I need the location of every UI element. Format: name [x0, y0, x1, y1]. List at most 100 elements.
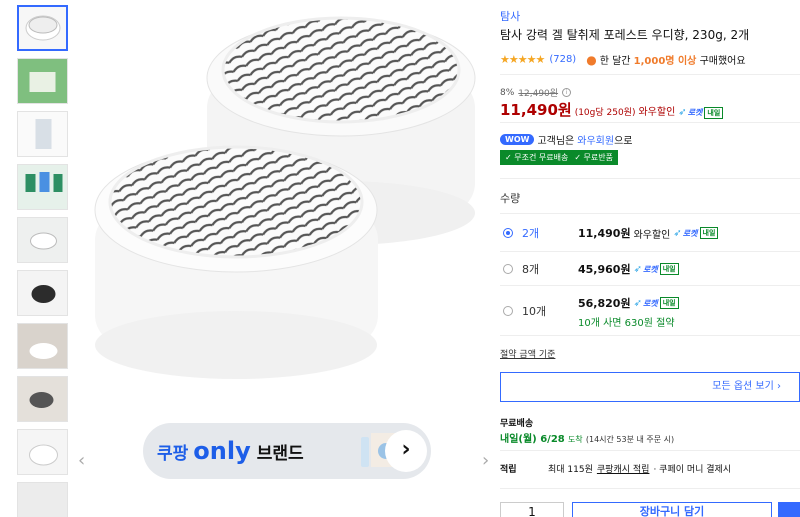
tomorrow-badge: 내일: [659, 297, 679, 309]
thumbnail-10[interactable]: [17, 482, 68, 517]
discount-row: 8% 12,490원 i: [500, 86, 572, 99]
review-count-link[interactable]: (728): [549, 54, 576, 65]
original-price: 12,490원: [518, 89, 559, 99]
rocket-delivery-badge: ➶ 로켓 내일: [673, 227, 719, 239]
wow-text-suffix: 으로: [614, 136, 633, 147]
divider: [500, 335, 800, 336]
quantity-input[interactable]: 1: [500, 502, 564, 517]
product-thumbnail-image: [18, 324, 67, 368]
option-radio[interactable]: [503, 264, 513, 274]
purchase-count-text: 한 달간 1,000명 이상 구매했어요: [600, 52, 746, 67]
wow-discount-label: 와우할인: [638, 107, 676, 118]
popular-badge-icon: ●: [586, 52, 597, 67]
product-thumbnail-image: [18, 483, 67, 517]
option-radio[interactable]: [503, 306, 513, 316]
option-wow-label: 와우할인: [633, 229, 671, 241]
thumbnail-8[interactable]: [17, 376, 68, 422]
info-icon[interactable]: i: [562, 88, 572, 97]
sale-price: 11,490원: [500, 101, 572, 119]
rocket-icon: ➶: [633, 263, 642, 275]
rocket-label: 로켓: [642, 298, 658, 308]
rocket-icon: ➶: [678, 107, 687, 118]
unit-price: (10g당 250원): [574, 108, 636, 118]
add-to-cart-button[interactable]: 장바구니 담기: [572, 502, 772, 517]
reward-suffix: · 쿠페이 머니 결제시: [653, 465, 732, 475]
thumbnail-4[interactable]: [17, 164, 68, 210]
option-price-value: 45,960원: [578, 263, 631, 276]
view-all-options-button[interactable]: 모든 옵션 보기 ›: [500, 372, 800, 402]
product-thumbnail-image: [18, 377, 67, 421]
banner-only-text: only: [193, 437, 251, 465]
rocket-label: 로켓: [682, 228, 698, 238]
gallery-next-arrow[interactable]: ›: [482, 452, 494, 470]
option-qty: 2개: [522, 227, 540, 240]
brand-link[interactable]: 탐사: [500, 8, 520, 24]
product-thumbnail-image: [18, 165, 67, 209]
option-row-10[interactable]: 10개 56,820원 ➶ 로켓 내일 10개 사면 630원 절약: [500, 285, 800, 335]
divider: [500, 178, 800, 179]
product-title: 탐사 강력 겔 탈취제 포레스트 우디향, 230g, 2개: [500, 28, 750, 42]
option-qty: 10개: [522, 305, 547, 318]
product-thumbnail-image: [25, 15, 60, 41]
thumbnail-9[interactable]: [17, 429, 68, 475]
arrival-info: 내일(월) 6/28 도착 (14시간 53분 내 주문 시): [500, 430, 674, 445]
option-price-value: 56,820원: [578, 297, 631, 310]
free-return-text: ✓ 무료반품: [574, 153, 613, 162]
rocket-delivery-badge: ➶ 로켓 내일: [678, 106, 724, 119]
reward-row: 적립 최대 115원 쿠팡캐시 적립 · 쿠페이 머니 결제시: [500, 462, 800, 475]
thumbnail-6[interactable]: [17, 270, 68, 316]
quantity-label: 수량: [500, 192, 521, 205]
rocket-icon: ➶: [673, 227, 682, 239]
gallery-prev-arrow[interactable]: ‹: [78, 452, 90, 470]
banner-arrow-icon: ›: [385, 430, 427, 472]
product-thumbnail-image: [18, 59, 67, 103]
option-qty: 8개: [522, 263, 540, 276]
free-shipping-badge: ✓ 무조건 무료배송 ✓ 무료반품: [500, 150, 618, 165]
reward-label: 적립: [500, 465, 517, 475]
purchase-suffix: 구매했어요: [699, 56, 746, 67]
wow-text-prefix: 고객님은: [537, 136, 575, 147]
purchase-count: 1,000명 이상: [633, 56, 697, 67]
product-thumbnail-image: [18, 430, 67, 474]
banner-coupang-text: 쿠팡: [157, 443, 189, 464]
thumbnail-3[interactable]: [17, 111, 68, 157]
thumbnail-1[interactable]: [17, 5, 68, 51]
option-price: 45,960원 ➶ 로켓 내일: [578, 261, 679, 277]
option-row-2[interactable]: 2개 11,490원 와우할인 ➶ 로켓 내일: [500, 213, 800, 251]
coupang-only-brand-banner[interactable]: 쿠팡 only 브랜드 ›: [143, 423, 431, 479]
thumbnail-list: [17, 5, 69, 517]
rocket-delivery-badge: ➶ 로켓 내일: [634, 263, 679, 275]
wow-badge: WOW: [500, 134, 535, 145]
arrival-day: 내일(월) 6/28: [500, 434, 565, 445]
rocket-delivery-badge: ➶ 로켓 내일: [634, 297, 679, 309]
wow-member-row: WOW 고객님은 와우회원 으로: [500, 132, 632, 147]
option-saving-text: 10개 사면 630원 절약: [578, 318, 675, 329]
arrival-suffix: 도착: [567, 435, 583, 444]
product-info-panel: 탐사 탐사 강력 겔 탈취제 포레스트 우디향, 230g, 2개 ★★★★★ …: [500, 0, 800, 517]
star-rating-icon: ★★★★★: [500, 53, 545, 66]
product-thumbnail-image: [18, 271, 67, 315]
buy-now-button[interactable]: [778, 502, 800, 517]
option-price-value: 11,490원: [578, 227, 631, 240]
rating-row: ★★★★★ (728) ● 한 달간 1,000명 이상 구매했어요: [500, 52, 746, 68]
thumbnail-5[interactable]: [17, 217, 68, 263]
option-price: 11,490원 와우할인 ➶ 로켓 내일: [578, 225, 719, 241]
rocket-label: 로켓: [642, 264, 658, 274]
thumbnail-2[interactable]: [17, 58, 68, 104]
divider: [500, 450, 800, 451]
thumbnail-7[interactable]: [17, 323, 68, 369]
reward-prefix: 최대 115원: [548, 465, 593, 475]
option-row-8[interactable]: 8개 45,960원 ➶ 로켓 내일: [500, 251, 800, 285]
purchase-prefix: 한 달간: [599, 56, 631, 67]
order-deadline: (14시간 53분 내 주문 시): [585, 435, 675, 444]
product-thumbnail-image: [18, 218, 67, 262]
divider: [500, 122, 800, 123]
product-thumbnail-image: [18, 112, 67, 156]
rocket-label: 로켓: [687, 108, 703, 117]
coupang-cash-link[interactable]: 쿠팡캐시 적립: [597, 462, 650, 475]
tomorrow-badge: 내일: [704, 106, 724, 119]
saving-standard-link[interactable]: 절약 금액 기준: [500, 347, 555, 360]
option-radio[interactable]: [503, 228, 513, 238]
tomorrow-badge: 내일: [659, 263, 679, 275]
banner-brand-text: 브랜드: [256, 443, 304, 464]
